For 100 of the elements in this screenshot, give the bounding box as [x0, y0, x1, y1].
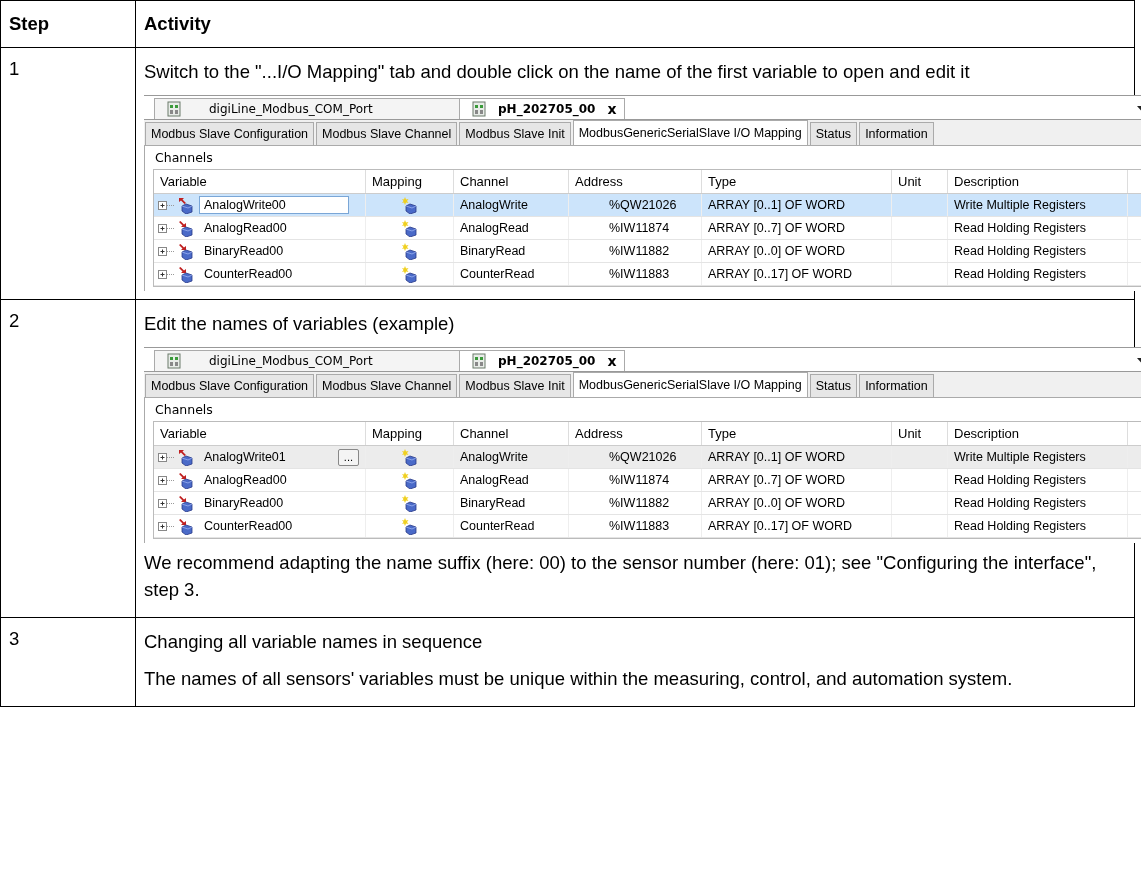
- column-header[interactable]: Mapping: [366, 170, 454, 193]
- view-tab[interactable]: Information: [859, 122, 934, 145]
- view-tab[interactable]: Modbus Slave Channel: [316, 122, 458, 145]
- file-icon: [167, 101, 181, 117]
- paragraph: Edit the names of variables (example): [144, 312, 456, 336]
- column-header[interactable]: Channel: [454, 422, 569, 445]
- mapping-icon: [402, 242, 417, 260]
- mapping-icon: [402, 494, 417, 512]
- close-icon[interactable]: x: [603, 101, 617, 117]
- view-tab[interactable]: Information: [859, 374, 934, 397]
- table-cell: Write Multiple Registers: [948, 194, 1128, 216]
- file-icon: [167, 353, 181, 369]
- table-cell: AnalogWrite: [454, 194, 569, 216]
- grid-row[interactable]: AnalogWrite01 ... AnalogWrite %QW21026 ARRAY [0..1] OF WORD Write Multiple Registers: [154, 446, 1141, 469]
- table-cell: Read Holding Registers: [948, 217, 1128, 239]
- table-cell: ARRAY [0..1] OF WORD: [702, 446, 892, 468]
- table-cell: CounterRead: [454, 515, 569, 537]
- table-cell: ARRAY [0..17] OF WORD: [702, 263, 892, 285]
- column-header[interactable]: Address: [569, 422, 702, 445]
- view-tab[interactable]: Modbus Slave Configuration: [145, 374, 315, 397]
- view-tab[interactable]: Modbus Slave Configuration: [145, 122, 315, 145]
- table-cell: AnalogRead: [454, 469, 569, 491]
- variable-name: AnalogRead00: [203, 472, 288, 489]
- table-cell: Read Holding Registers: [948, 263, 1128, 285]
- variable-name: BinaryRead00: [203, 495, 285, 512]
- table-cell: %IW11883: [569, 263, 702, 285]
- file-icon: [472, 101, 486, 117]
- table-cell: %IW11883: [569, 515, 702, 537]
- view-tab[interactable]: Status: [809, 374, 858, 397]
- close-icon[interactable]: x: [603, 353, 617, 369]
- column-header[interactable]: Variable: [154, 170, 366, 193]
- step-number: 1: [1, 48, 136, 299]
- column-header[interactable]: Unit: [892, 170, 948, 193]
- table-cell: BinaryRead: [454, 240, 569, 262]
- table-cell: CounterRead: [454, 263, 569, 285]
- view-tab[interactable]: ModbusGenericSerialSlave I/O Mapping: [572, 372, 808, 397]
- expand-icon: [158, 199, 176, 211]
- column-header[interactable]: Channel: [454, 170, 569, 193]
- column-header[interactable]: Type: [702, 170, 892, 193]
- table-cell: Read Holding Registers: [948, 492, 1128, 514]
- column-header: Step: [1, 1, 136, 47]
- column-header[interactable]: Type: [702, 422, 892, 445]
- column-header[interactable]: Description: [948, 170, 1128, 193]
- view-tab[interactable]: Modbus Slave Init: [459, 122, 571, 145]
- step-number: 3: [1, 618, 136, 706]
- mapping-icon: [402, 471, 417, 489]
- view-tab[interactable]: Modbus Slave Channel: [316, 374, 458, 397]
- view-tab[interactable]: Modbus Slave Init: [459, 374, 571, 397]
- grid-row[interactable]: BinaryRead00 BinaryRead %IW11882 ARRAY [0..0] OF WORD Read Holding Registers: [154, 240, 1141, 263]
- grid-row[interactable]: AnalogRead00 AnalogRead %IW11874 ARRAY [0..7] OF WORD Read Holding Registers: [154, 217, 1141, 240]
- table-cell: %QW21026: [569, 446, 702, 468]
- expand-icon: [158, 451, 176, 463]
- expand-icon: [158, 520, 176, 532]
- table-cell: Read Holding Registers: [948, 240, 1128, 262]
- mapping-icon: [402, 448, 417, 466]
- view-tab[interactable]: Status: [809, 122, 858, 145]
- paragraph: We recommend adapting the name suffix (here: 00) to the sensor number (here: 01); see "Configuring the interface", step 3.: [144, 551, 1098, 602]
- browse-button[interactable]: ...: [337, 448, 359, 466]
- table-cell: AnalogWrite: [454, 446, 569, 468]
- mapping-icon: [402, 196, 417, 214]
- mapping-icon: [402, 265, 417, 283]
- table-cell: ARRAY [0..7] OF WORD: [702, 217, 892, 239]
- column-header[interactable]: Description: [948, 422, 1128, 445]
- grid-row[interactable]: CounterRead00 CounterRead %IW11883 ARRAY [0..17] OF WORD Read Holding Registers: [154, 515, 1141, 538]
- table-cell: ARRAY [0..0] OF WORD: [702, 492, 892, 514]
- column-header[interactable]: Address: [569, 170, 702, 193]
- paragraph: Switch to the "...I/O Mapping" tab and double click on the name of the first variable to open and edit it: [144, 60, 971, 84]
- document-tab[interactable]: pH_202705_00 x: [459, 98, 626, 119]
- column-header: Activity: [143, 12, 212, 36]
- mapping-icon: [402, 219, 417, 237]
- table-cell: ARRAY [0..1] OF WORD: [702, 194, 892, 216]
- column-header[interactable]: Unit: [892, 422, 948, 445]
- table-cell: %QW21026: [569, 194, 702, 216]
- paragraph: The names of all sensors' variables must be unique within the measuring, control, and automation system.: [144, 667, 1014, 691]
- grid-row[interactable]: CounterRead00 CounterRead %IW11883 ARRAY [0..17] OF WORD Read Holding Registers: [154, 263, 1141, 286]
- group-label: Channels: [154, 401, 214, 419]
- step-number: 2: [1, 300, 136, 617]
- view-tab[interactable]: ModbusGenericSerialSlave I/O Mapping: [572, 120, 808, 145]
- grid-row[interactable]: BinaryRead00 BinaryRead %IW11882 ARRAY [0..0] OF WORD Read Holding Registers: [154, 492, 1141, 515]
- document-tab[interactable]: pH_202705_00 x: [459, 350, 626, 371]
- name-input-field[interactable]: AnalogWrite00: [199, 196, 349, 214]
- table-cell: %IW11882: [569, 240, 702, 262]
- document-tab[interactable]: digiLine_Modbus_COM_Port: [154, 350, 461, 371]
- variable-name: CounterRead00: [203, 518, 294, 535]
- grid-row[interactable]: AnalogRead00 AnalogRead %IW11874 ARRAY [0..7] OF WORD Read Holding Registers: [154, 469, 1141, 492]
- file-icon: [472, 353, 486, 369]
- table-cell: BinaryRead: [454, 492, 569, 514]
- name-input-field[interactable]: AnalogWrite01: [199, 448, 291, 466]
- table-cell: %IW11874: [569, 469, 702, 491]
- mapping-icon: [402, 517, 417, 535]
- column-header[interactable]: Variable: [154, 422, 366, 445]
- group-label: Channels: [154, 149, 214, 167]
- grid-row[interactable]: AnalogWrite00 AnalogWrite %QW21026 ARRAY [0..1] OF WORD Write Multiple Registers: [154, 194, 1141, 217]
- column-header[interactable]: Mapping: [366, 422, 454, 445]
- table-cell: ARRAY [0..17] OF WORD: [702, 515, 892, 537]
- variable-name: BinaryRead00: [203, 243, 285, 260]
- table-cell: AnalogRead: [454, 217, 569, 239]
- document-tab[interactable]: digiLine_Modbus_COM_Port: [154, 98, 461, 119]
- table-cell: Read Holding Registers: [948, 469, 1128, 491]
- expand-icon: [158, 268, 176, 280]
